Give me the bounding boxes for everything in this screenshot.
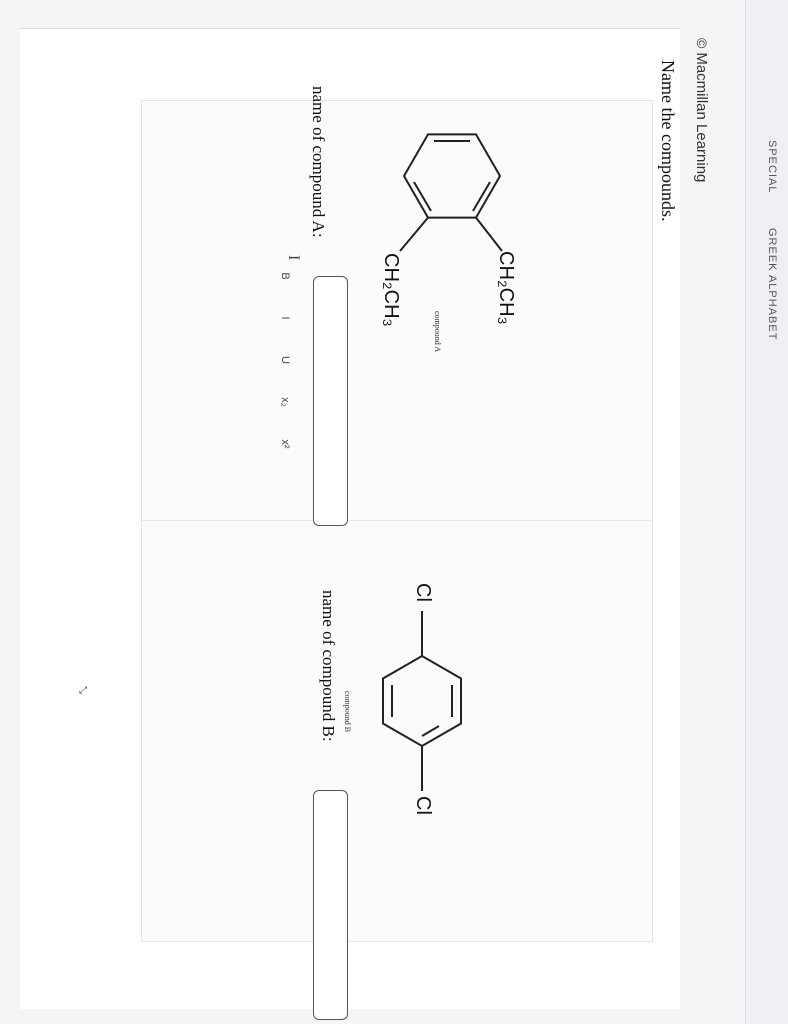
compound-b-chloro-left: Cl bbox=[412, 583, 434, 602]
compound-a-substituent-bottom: CH₂CH₃ bbox=[380, 253, 402, 327]
superscript-button[interactable]: x² bbox=[279, 438, 291, 450]
underline-button[interactable]: U bbox=[279, 354, 291, 366]
tab-special[interactable]: SPECIAL bbox=[766, 140, 778, 193]
compound-a-substituent-top: CH₂CH₃ bbox=[495, 251, 517, 325]
brand-name: Macmillan Learning bbox=[693, 52, 710, 183]
compound-b-panel: Cl Cl compound B bbox=[141, 520, 653, 942]
compound-b-structure bbox=[382, 611, 462, 791]
top-toolbar: SPECIAL GREEK ALPHABET bbox=[745, 0, 788, 1024]
screen-rotated: SPECIAL GREEK ALPHABET © Macmillan Learni… bbox=[0, 0, 788, 1024]
format-toolbar: B I U x₂ x² bbox=[270, 270, 300, 450]
compound-a-panel: CH₂CH₃ CH₂CH₃ compound A bbox=[141, 100, 653, 522]
text-cursor-icon: I bbox=[285, 255, 302, 261]
resize-corner-icon[interactable]: ⤡ bbox=[77, 686, 88, 694]
compound-b-answer-label: name of compound B: bbox=[319, 590, 338, 742]
subscript-button[interactable]: x₂ bbox=[279, 396, 291, 408]
bold-button[interactable]: B bbox=[279, 270, 291, 282]
compound-b-chloro-right: Cl bbox=[412, 796, 434, 815]
compound-a-answer-input[interactable] bbox=[313, 276, 348, 526]
compound-a-answer-label: name of compound A: bbox=[309, 86, 328, 238]
compound-a-caption: compound A bbox=[433, 311, 442, 353]
tab-greek-alphabet[interactable]: GREEK ALPHABET bbox=[766, 228, 778, 340]
italic-button[interactable]: I bbox=[279, 312, 291, 324]
compound-b-answer-input[interactable] bbox=[313, 790, 348, 1020]
brand-line: © Macmillan Learning bbox=[693, 38, 710, 182]
copyright-symbol: © bbox=[694, 38, 710, 49]
question-instruction: Name the compounds. bbox=[658, 60, 678, 222]
compound-b-caption: compound B bbox=[343, 691, 352, 733]
